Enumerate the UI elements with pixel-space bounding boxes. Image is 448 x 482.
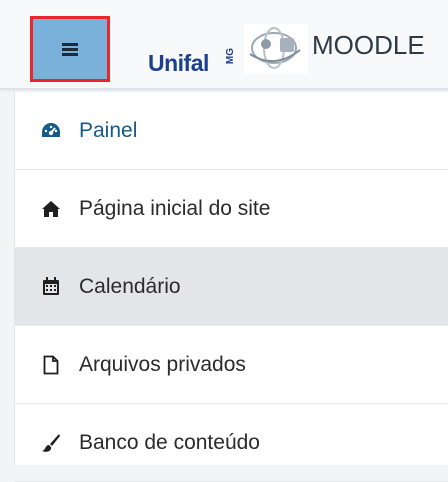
dashboard-icon	[41, 121, 61, 141]
nav-item-site-home[interactable]: Página inicial do site	[15, 170, 448, 248]
logo-text: Unifal	[148, 50, 209, 76]
logo-subtext: MG	[225, 48, 236, 65]
nav-item-label: Banco de conteúdo	[79, 430, 260, 454]
nav-item-label: Arquivos privados	[79, 352, 246, 376]
nav-item-label: Calendário	[79, 274, 181, 298]
hamburger-icon	[62, 42, 78, 56]
ead-logo-icon	[244, 24, 308, 74]
nav-item-calendar[interactable]: Calendário	[15, 248, 448, 326]
unifal-logo: Unifal MG	[148, 20, 308, 80]
drawer-toggle-button[interactable]	[30, 16, 110, 82]
nav-item-private-files[interactable]: Arquivos privados	[15, 326, 448, 404]
nav-item-painel[interactable]: Painel	[15, 92, 448, 170]
site-brand[interactable]: Unifal MG MOODLE	[148, 20, 425, 80]
nav-item-label: Painel	[79, 118, 138, 142]
site-name: MOODLE	[312, 30, 425, 60]
paintbrush-icon	[41, 433, 61, 453]
navbar: Unifal MG MOODLE	[0, 0, 448, 88]
nav-drawer: Painel Página inicial do site Calendário	[14, 92, 448, 482]
calendar-icon	[41, 277, 61, 297]
nav-item-content-bank[interactable]: Banco de conteúdo	[15, 404, 448, 482]
nav-item-label: Página inicial do site	[79, 196, 271, 220]
home-icon	[41, 199, 61, 219]
file-icon	[41, 355, 61, 375]
